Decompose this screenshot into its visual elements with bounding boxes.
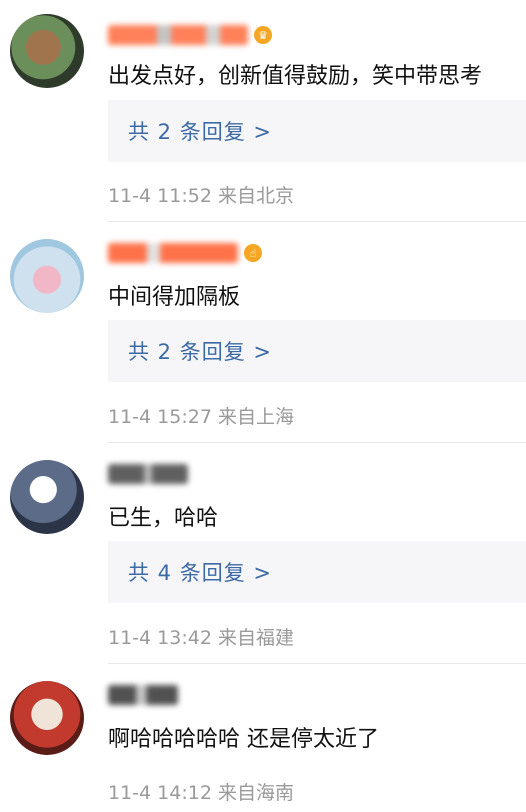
comment-item: 已生，哈哈 共 4 条回复 > 11-4 13:42 来自福建: [0, 443, 526, 663]
comment-meta: 11-4 11:52 来自北京: [108, 181, 294, 208]
comment-time: 11-4 11:52: [108, 185, 212, 207]
username[interactable]: [108, 682, 178, 708]
comment-time: 11-4 13:42: [108, 627, 212, 649]
comment-meta: 11-4 14:12 来自海南: [108, 778, 294, 805]
comment-location: 来自上海: [217, 406, 294, 428]
replies-link[interactable]: 共 4 条回复 >: [108, 541, 526, 603]
crown-icon: ♛: [254, 26, 272, 44]
avatar[interactable]: [10, 239, 84, 313]
comment-item: 啊哈哈哈哈哈 还是停太近了 11-4 14:12 来自海南: [0, 664, 526, 812]
username[interactable]: ♛: [108, 22, 272, 48]
avatar[interactable]: [10, 681, 84, 755]
comment-time: 11-4 15:27: [108, 406, 212, 428]
comment-location: 来自福建: [217, 627, 294, 649]
comment-text: 啊哈哈哈哈哈 还是停太近了: [108, 727, 379, 752]
replies-link[interactable]: 共 2 条回复 >: [108, 100, 526, 162]
hand-icon: ☝: [244, 244, 262, 262]
avatar[interactable]: [10, 14, 84, 88]
comment-location: 来自海南: [217, 782, 294, 804]
comment-meta: 11-4 13:42 来自福建: [108, 623, 294, 650]
comment-text: 出发点好，创新值得鼓励，笑中带思考: [108, 64, 483, 89]
comment-item: ☝ 中间得加隔板 共 2 条回复 > 11-4 15:27 来自上海: [0, 222, 526, 442]
comment-text: 已生，哈哈: [108, 506, 219, 531]
username[interactable]: [108, 461, 188, 487]
comment-item: ♛ 出发点好，创新值得鼓励，笑中带思考 共 2 条回复 > 11-4 11:52…: [0, 0, 526, 220]
comment-text: 中间得加隔板: [108, 285, 241, 310]
comment-time: 11-4 14:12: [108, 782, 212, 804]
comment-location: 来自北京: [217, 185, 294, 207]
avatar[interactable]: [10, 460, 84, 534]
replies-link[interactable]: 共 2 条回复 >: [108, 320, 526, 382]
username[interactable]: ☝: [108, 240, 262, 266]
comment-meta: 11-4 15:27 来自上海: [108, 402, 294, 429]
